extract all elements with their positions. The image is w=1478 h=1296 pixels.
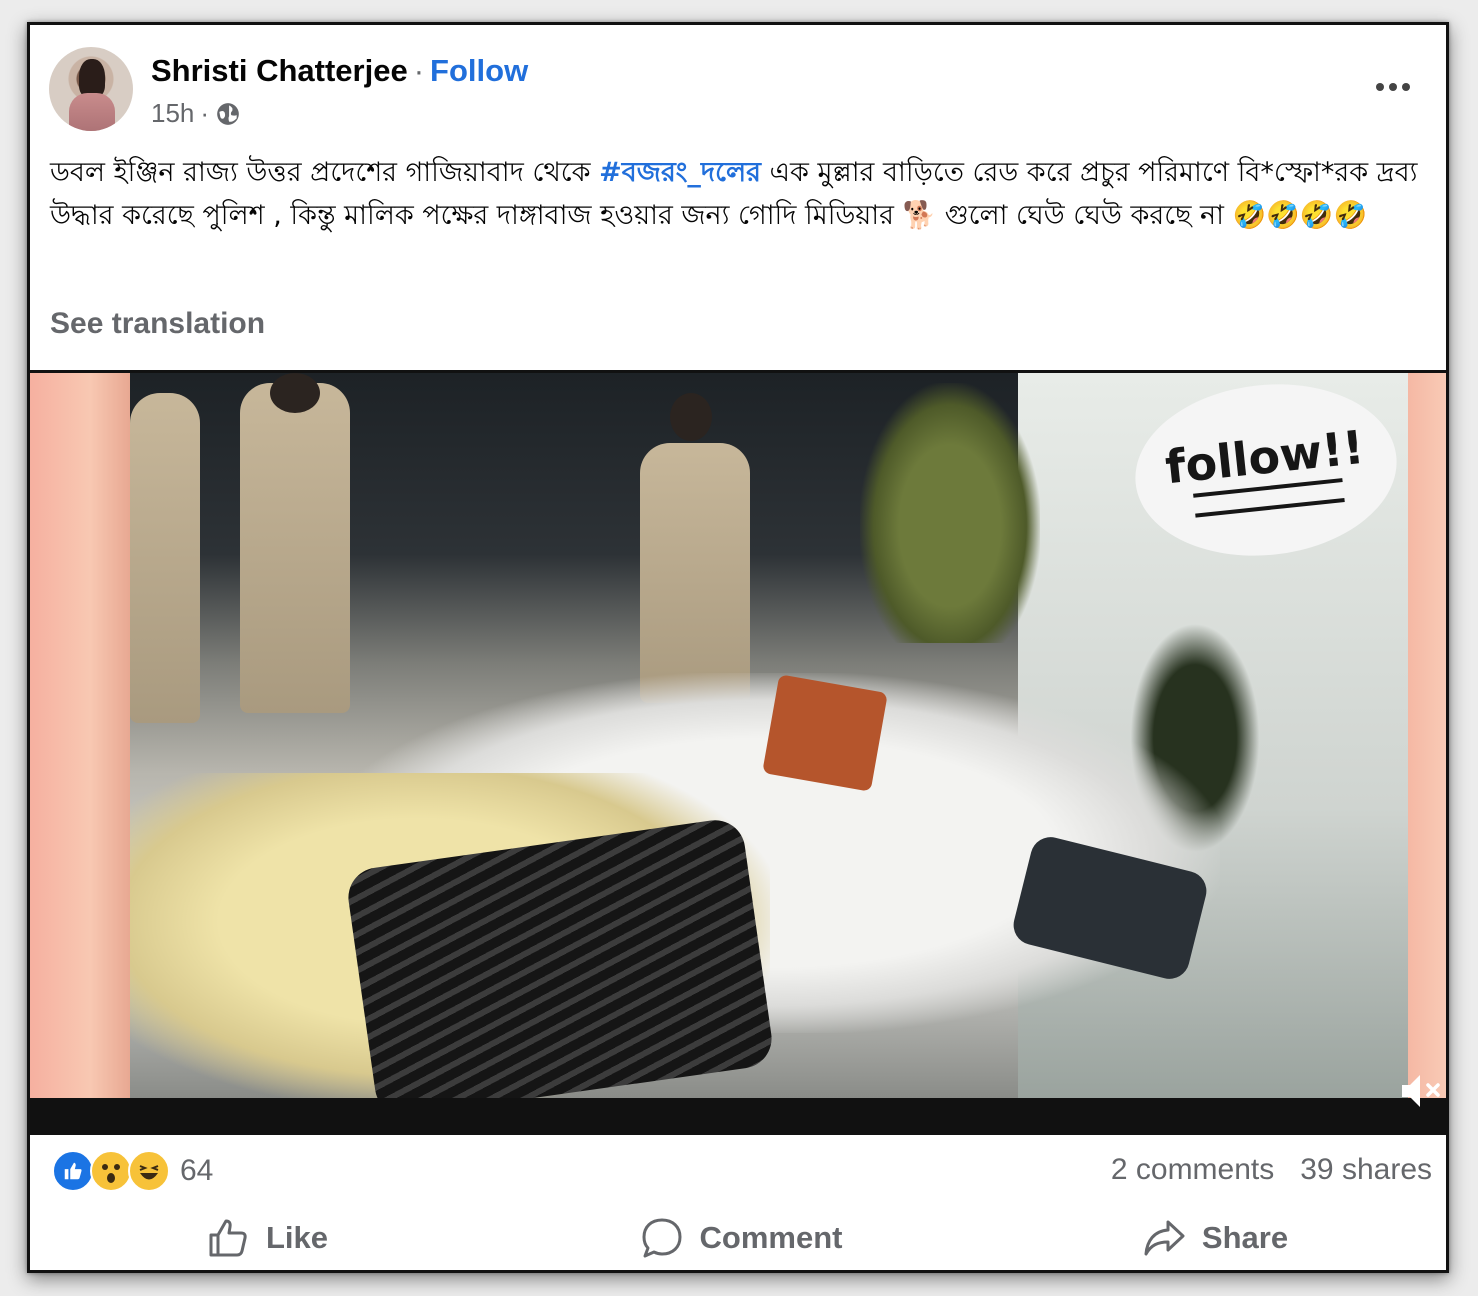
police-head-3 xyxy=(670,393,712,441)
avatar-body xyxy=(69,93,115,131)
name-separator: · xyxy=(413,53,425,88)
like-label: Like xyxy=(265,1220,329,1255)
shares-count-link[interactable]: 39 shares xyxy=(1300,1153,1432,1187)
dot-1 xyxy=(1376,83,1384,91)
meta-separator: · xyxy=(200,98,210,128)
post-timestamp[interactable]: 15h xyxy=(151,98,194,129)
police-figure-1 xyxy=(130,393,200,723)
like-reaction-icon xyxy=(52,1150,94,1192)
police-figure-2 xyxy=(240,383,350,713)
comment-label: Comment xyxy=(699,1220,843,1255)
scene-plant xyxy=(860,383,1040,643)
reactions-summary[interactable]: 64 xyxy=(52,1149,213,1193)
haha-reaction-icon xyxy=(128,1150,170,1192)
avatar-hair xyxy=(79,59,105,97)
post-header-name-row: Shristi Chatterjee · Follow xyxy=(151,53,528,89)
post-body-text: ডবল ইঞ্জিন রাজ্য উত্তর প্রদেশের গাজিয়াব… xyxy=(50,151,1440,237)
dot-3 xyxy=(1402,83,1410,91)
hashtag-link[interactable]: #বজরং_দলের xyxy=(599,157,761,188)
share-button[interactable]: Share xyxy=(978,1205,1446,1270)
more-dots-icon[interactable] xyxy=(1376,80,1416,94)
video-blur-right xyxy=(1408,373,1446,1098)
share-label: Share xyxy=(1201,1220,1289,1255)
post-text-part-1: ডবল ইঞ্জিন রাজ্য উত্তর প্রদেশের গাজিয়াব… xyxy=(50,157,600,188)
police-figure-3 xyxy=(640,443,750,703)
thumbs-up-icon xyxy=(209,1219,247,1257)
seized-red-item xyxy=(762,674,888,792)
author-name[interactable]: Shristi Chatterjee xyxy=(151,53,408,88)
follow-button[interactable]: Follow xyxy=(430,53,528,88)
post-meta: 15h · xyxy=(151,98,241,129)
engagement-stats: 2 comments 39 shares xyxy=(1111,1153,1432,1187)
facebook-post-card: Shristi Chatterjee · Follow 15h · ডবল ইঞ্জ… xyxy=(27,22,1449,1273)
video-blur-left xyxy=(30,373,130,1098)
post-actions-bar: Like Comment Share xyxy=(30,1205,1446,1270)
video-frame[interactable]: follow!! xyxy=(130,373,1408,1098)
like-button[interactable]: Like xyxy=(30,1205,504,1270)
comment-button[interactable]: Comment xyxy=(504,1205,978,1270)
police-head-2 xyxy=(270,373,320,413)
volume-muted-icon[interactable] xyxy=(1398,1069,1446,1113)
reaction-count: 64 xyxy=(180,1154,214,1187)
wow-reaction-icon xyxy=(90,1150,132,1192)
share-arrow-icon xyxy=(1144,1220,1185,1256)
video-player[interactable]: follow!! xyxy=(30,370,1446,1135)
comment-bubble-icon xyxy=(642,1218,682,1258)
comments-count-link[interactable]: 2 comments xyxy=(1111,1153,1274,1187)
author-avatar[interactable] xyxy=(49,47,133,131)
globe-icon xyxy=(217,102,239,125)
see-translation-link[interactable]: See translation xyxy=(50,307,265,341)
dot-2 xyxy=(1389,83,1397,91)
